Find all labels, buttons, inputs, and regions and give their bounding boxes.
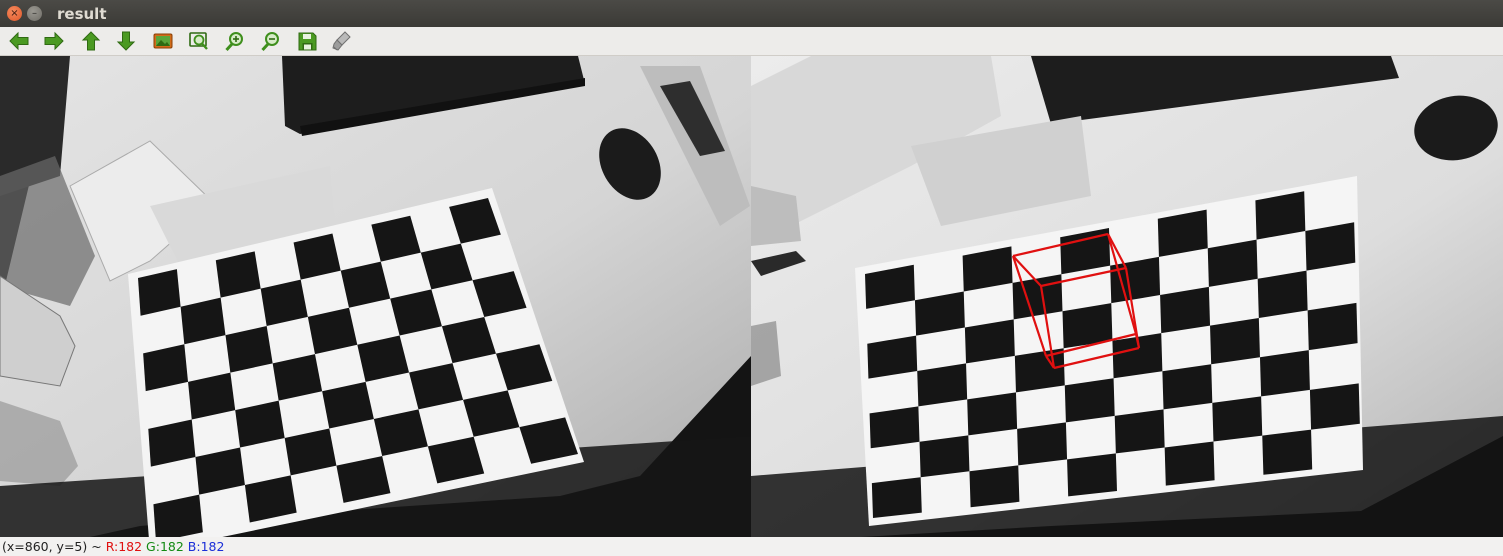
pan-right-button[interactable] bbox=[42, 29, 66, 53]
save-button[interactable] bbox=[295, 29, 319, 53]
zoom-fit-icon bbox=[189, 32, 208, 50]
image-view[interactable] bbox=[0, 56, 1503, 537]
zoom-in-icon bbox=[225, 32, 243, 52]
save-icon bbox=[298, 32, 317, 51]
checker-square bbox=[869, 406, 920, 449]
status-green-value: G:182 bbox=[146, 539, 184, 554]
pan-left-button[interactable] bbox=[7, 29, 31, 53]
camera-image-original bbox=[0, 56, 751, 537]
status-bar: (x=860, y=5) ~ R:182 G:182 B:182 bbox=[0, 537, 1503, 556]
close-icon: × bbox=[10, 7, 19, 19]
right-image-panel bbox=[751, 56, 1503, 537]
left-image-panel bbox=[0, 56, 751, 537]
camera-image-result bbox=[751, 56, 1503, 537]
checker-square bbox=[1212, 396, 1263, 442]
checker-square bbox=[1210, 318, 1260, 365]
checker-square bbox=[967, 392, 1018, 436]
zoom-out-icon bbox=[261, 32, 279, 52]
arrow-right-icon bbox=[44, 31, 64, 51]
minimize-icon: – bbox=[32, 7, 37, 19]
checker-square bbox=[1162, 364, 1213, 410]
status-blue-value: B:182 bbox=[187, 539, 225, 554]
checker-square bbox=[1309, 383, 1360, 430]
checker-square bbox=[1262, 429, 1313, 475]
minimize-window-button[interactable]: – bbox=[27, 6, 42, 21]
checker-square bbox=[1164, 441, 1215, 486]
arrow-left-icon bbox=[9, 31, 29, 51]
checker-square bbox=[1114, 409, 1165, 454]
checker-square bbox=[1307, 302, 1358, 351]
status-red-value: R:182 bbox=[105, 539, 143, 554]
checker-square bbox=[919, 435, 970, 478]
properties-button[interactable] bbox=[330, 29, 354, 53]
zoom-in-button[interactable] bbox=[223, 29, 247, 53]
checker-square bbox=[1160, 286, 1211, 334]
pan-down-button[interactable] bbox=[114, 29, 138, 53]
toolbar bbox=[0, 27, 1503, 56]
status-coordinates: (x=860, y=5) ~ bbox=[2, 539, 102, 554]
checker-square bbox=[917, 363, 968, 407]
checker-square bbox=[1017, 422, 1068, 466]
checker-square bbox=[871, 477, 922, 518]
checker-square bbox=[1064, 378, 1115, 423]
checker-square bbox=[1067, 453, 1117, 497]
checker-square bbox=[1257, 270, 1308, 318]
zoom-out-button[interactable] bbox=[259, 29, 283, 53]
close-window-button[interactable]: × bbox=[7, 6, 22, 21]
zoom-original-button[interactable] bbox=[151, 29, 175, 53]
pan-up-button[interactable] bbox=[79, 29, 103, 53]
checker-square bbox=[1014, 348, 1065, 393]
title-bar: × – result bbox=[0, 0, 1503, 27]
arrow-down-icon bbox=[116, 31, 136, 51]
arrow-up-icon bbox=[81, 31, 101, 51]
checker-square bbox=[1259, 350, 1310, 397]
window-title: result bbox=[57, 4, 107, 23]
zoom-fit-button[interactable] bbox=[187, 29, 211, 53]
properties-icon bbox=[332, 31, 351, 51]
image-icon bbox=[153, 33, 173, 49]
checker-square bbox=[969, 465, 1020, 508]
